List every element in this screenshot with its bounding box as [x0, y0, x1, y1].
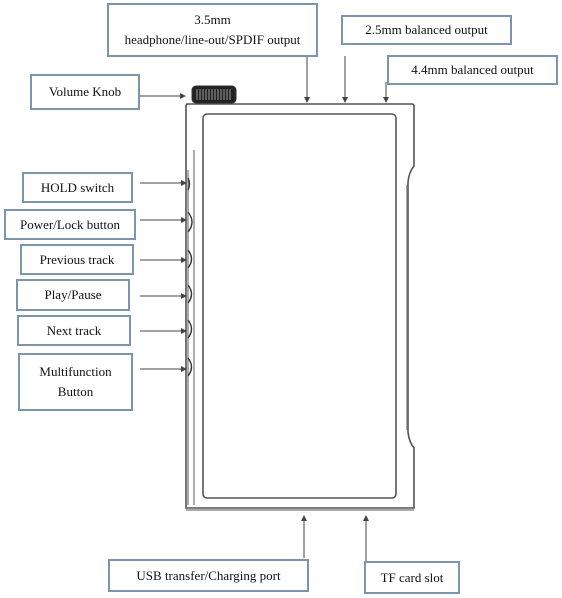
label-balanced-2-5mm: 2.5mm balanced output [341, 15, 512, 45]
label-power-lock: Power/Lock button [4, 209, 136, 240]
label-volume-knob-text: Volume Knob [48, 84, 122, 99]
label-power-lock-text: Power/Lock button [19, 216, 120, 232]
label-next-track: Next track [17, 315, 131, 346]
label-usb-port: USB transfer/Charging port [108, 559, 309, 592]
label-multifunction-line1: Multifunction [39, 364, 112, 379]
label-next-track-text: Next track [46, 322, 102, 338]
label-previous-track-text: Previous track [39, 251, 115, 267]
label-hold-switch: HOLD switch [22, 172, 133, 203]
label-headphone-output: 3.5mm headphone/line-out/SPDIF output [107, 3, 318, 57]
label-play-pause-text: Play/Pause [44, 287, 102, 302]
label-previous-track: Previous track [20, 244, 134, 275]
label-headphone-output-line2: headphone/line-out/SPDIF output [124, 32, 301, 47]
label-volume-knob: Volume Knob [30, 74, 140, 110]
label-hold-switch-text: HOLD switch [40, 179, 115, 195]
volume-knob-icon [191, 85, 237, 104]
label-tf-slot-text: TF card slot [380, 569, 444, 585]
label-play-pause: Play/Pause [16, 279, 130, 311]
device-body [185, 103, 415, 511]
label-balanced-4-4mm: 4.4mm balanced output [387, 55, 558, 85]
label-multifunction: Multifunction Button [18, 353, 133, 411]
label-headphone-output-line1: 3.5mm [194, 12, 231, 27]
label-multifunction-line2: Button [57, 384, 94, 399]
label-usb-port-text: USB transfer/Charging port [136, 567, 281, 583]
device-screen [202, 113, 397, 499]
label-tf-slot: TF card slot [364, 561, 460, 594]
label-balanced-2-5mm-text: 2.5mm balanced output [365, 22, 488, 37]
label-balanced-4-4mm-text: 4.4mm balanced output [411, 62, 534, 77]
